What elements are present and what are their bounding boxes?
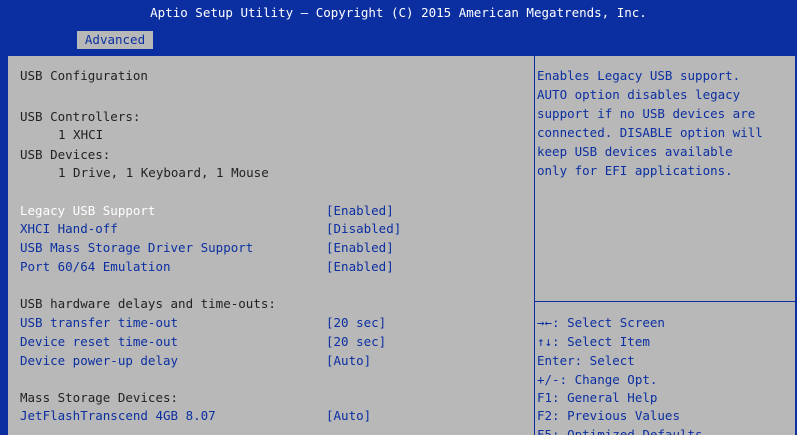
- key-hint-change-opt: +/-: Change Opt.: [537, 372, 658, 387]
- panel-divider: [534, 56, 535, 435]
- setting-usb-mass-storage-driver-value[interactable]: [Enabled]: [326, 239, 394, 257]
- usb-controllers-label: USB Controllers:: [20, 109, 141, 124]
- help-line: only for EFI applications.: [537, 163, 733, 178]
- setting-mass-storage-device-value[interactable]: [Auto]: [326, 407, 371, 425]
- setting-legacy-usb-support[interactable]: Legacy USB Support: [20, 202, 155, 220]
- setting-device-power-up-delay-value[interactable]: [Auto]: [326, 352, 371, 370]
- help-line: support if no USB devices are: [537, 106, 756, 121]
- key-hint-previous-values: F2: Previous Values: [537, 408, 680, 423]
- help-line: Enables Legacy USB support.: [537, 68, 741, 83]
- key-hint-select-item: ↑↓: Select Item: [537, 334, 650, 349]
- usb-controllers-value: 1 XHCI: [58, 127, 104, 142]
- usb-devices-label: USB Devices:: [20, 147, 111, 162]
- tab-advanced[interactable]: Advanced: [77, 31, 153, 49]
- main-panel: USB Configuration USB Controllers: 1 XHC…: [8, 56, 795, 435]
- setting-usb-mass-storage-driver[interactable]: USB Mass Storage Driver Support: [20, 239, 253, 257]
- utility-title: Aptio Setup Utility – Copyright (C) 2015…: [150, 5, 647, 20]
- delays-label: USB hardware delays and time-outs:: [20, 296, 276, 311]
- setting-device-reset-timeout[interactable]: Device reset time-out: [20, 333, 178, 351]
- setting-device-power-up-delay[interactable]: Device power-up delay: [20, 352, 178, 370]
- header-bar: Aptio Setup Utility – Copyright (C) 2015…: [0, 0, 797, 49]
- setting-usb-transfer-timeout[interactable]: USB transfer time-out: [20, 314, 178, 332]
- setting-legacy-usb-support-value[interactable]: [Enabled]: [326, 202, 394, 220]
- setting-mass-storage-device[interactable]: JetFlashTranscend 4GB 8.07: [20, 407, 216, 425]
- help-line: AUTO option disables legacy: [537, 87, 741, 102]
- help-divider: [535, 301, 795, 302]
- setting-usb-transfer-timeout-value[interactable]: [20 sec]: [326, 314, 386, 332]
- section-title: USB Configuration: [20, 68, 148, 83]
- key-hint-general-help: F1: General Help: [537, 390, 658, 405]
- mass-storage-label: Mass Storage Devices:: [20, 390, 179, 405]
- setting-port-60-64-emulation-value[interactable]: [Enabled]: [326, 258, 394, 276]
- setting-xhci-hand-off-value[interactable]: [Disabled]: [326, 220, 401, 238]
- setting-device-reset-timeout-value[interactable]: [20 sec]: [326, 333, 386, 351]
- help-line: connected. DISABLE option will: [537, 125, 763, 140]
- setting-xhci-hand-off[interactable]: XHCI Hand-off: [20, 220, 118, 238]
- key-hint-enter: Enter: Select: [537, 353, 635, 368]
- usb-devices-value: 1 Drive, 1 Keyboard, 1 Mouse: [58, 165, 269, 180]
- setting-port-60-64-emulation[interactable]: Port 60/64 Emulation: [20, 258, 171, 276]
- help-line: keep USB devices available: [537, 144, 733, 159]
- key-hint-select-screen: →←: Select Screen: [537, 315, 665, 330]
- key-hint-optimized-defaults: F5: Optimized Defaults: [537, 427, 703, 435]
